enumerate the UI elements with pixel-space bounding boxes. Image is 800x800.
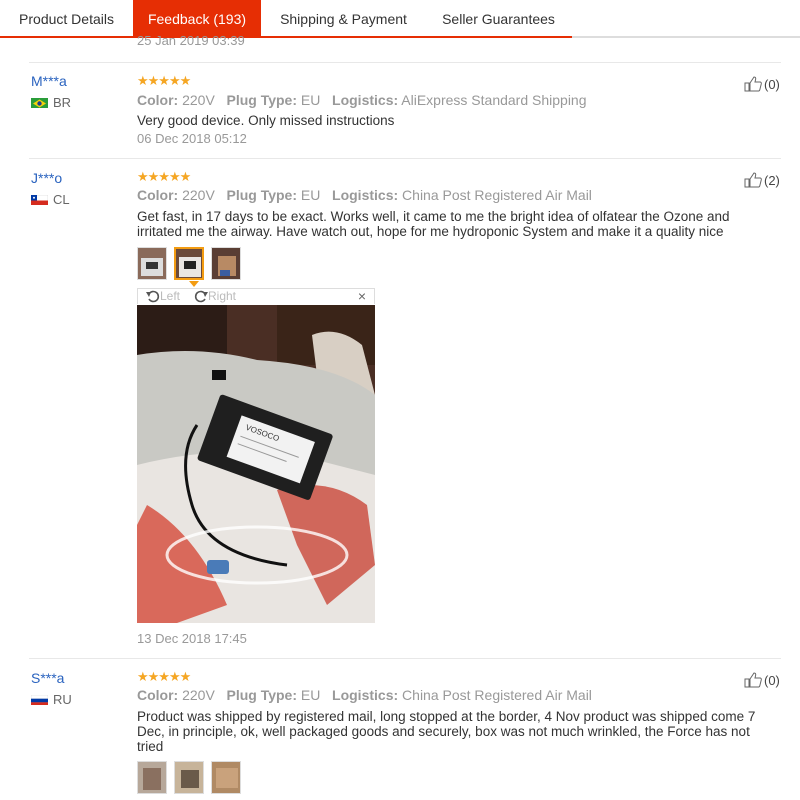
photo-thumbnail[interactable]: [211, 247, 241, 280]
image-viewer-toolbar: Left Right ×: [137, 288, 375, 304]
country-code: CL: [53, 192, 70, 207]
rotate-left-icon: [146, 290, 160, 303]
photo-thumbnail[interactable]: [137, 761, 167, 794]
reviewer-name[interactable]: S***a: [31, 670, 64, 686]
review-date: 13 Dec 2018 17:45: [137, 631, 247, 646]
order-info: Color: 220V Plug Type: EU Logistics: Ali…: [137, 92, 587, 108]
reviewer-name[interactable]: M***a: [31, 73, 67, 89]
helpful-button[interactable]: (2): [744, 172, 780, 188]
tab-feedback[interactable]: Feedback (193): [133, 0, 261, 36]
rotate-left-button[interactable]: Left: [146, 289, 180, 303]
country-code: RU: [53, 692, 72, 707]
review-text: Product was shipped by registered mail, …: [137, 709, 756, 754]
photo-thumbnail-selected[interactable]: [174, 247, 204, 280]
tab-product-details[interactable]: Product Details: [0, 0, 133, 36]
star-rating: ★★★★★: [137, 73, 191, 88]
tab-shipping-payment[interactable]: Shipping & Payment: [261, 0, 426, 36]
helpful-count: (0): [764, 76, 780, 92]
rotate-right-button[interactable]: Right: [194, 289, 236, 303]
divider: [29, 62, 781, 63]
thumbs-up-icon: [744, 672, 762, 688]
review-date: 06 Dec 2018 05:12: [137, 131, 247, 146]
order-info: Color: 220V Plug Type: EU Logistics: Chi…: [137, 187, 592, 203]
rotate-right-icon: [194, 290, 208, 303]
tab-bar: Product Details Feedback (193) Shipping …: [0, 0, 800, 38]
thumbs-up-icon: [744, 172, 762, 188]
review-text: Very good device. Only missed instructio…: [137, 113, 395, 128]
helpful-button[interactable]: (0): [744, 672, 780, 688]
review-text: Get fast, in 17 days to be exact. Works …: [137, 209, 730, 239]
helpful-count: (2): [764, 172, 780, 188]
star-rating: ★★★★★: [137, 169, 191, 184]
tab-seller-guarantees[interactable]: Seller Guarantees: [426, 0, 571, 36]
country-code: BR: [53, 95, 72, 110]
reviewer-country: CL: [31, 192, 70, 207]
russia-flag-icon: [31, 694, 48, 705]
reviewer-country: BR: [31, 95, 71, 110]
chile-flag-icon: [31, 194, 48, 205]
brazil-flag-icon: [31, 97, 48, 108]
photo-thumbnail[interactable]: [211, 761, 241, 794]
reviewer-country: RU: [31, 692, 72, 707]
photo-thumbnail[interactable]: [137, 247, 167, 280]
order-info: Color: 220V Plug Type: EU Logistics: Chi…: [137, 687, 592, 703]
divider: [29, 158, 781, 159]
review-photo: VOSOCO: [137, 305, 375, 623]
photo-thumbnail[interactable]: [174, 761, 204, 794]
tab-divider: [572, 36, 800, 38]
photo-thumbnails: [137, 247, 248, 280]
reviewer-name[interactable]: J***o: [31, 170, 62, 186]
selected-thumbnail-pointer: [189, 281, 199, 287]
helpful-count: (0): [764, 672, 780, 688]
close-viewer-button[interactable]: ×: [358, 288, 366, 304]
thumbs-up-icon: [744, 76, 762, 92]
photo-thumbnails: [137, 761, 248, 794]
divider: [29, 658, 781, 659]
star-rating: ★★★★★: [137, 669, 191, 684]
previous-review-date: 25 Jan 2019 03:39: [137, 33, 245, 48]
helpful-button[interactable]: (0): [744, 76, 780, 92]
